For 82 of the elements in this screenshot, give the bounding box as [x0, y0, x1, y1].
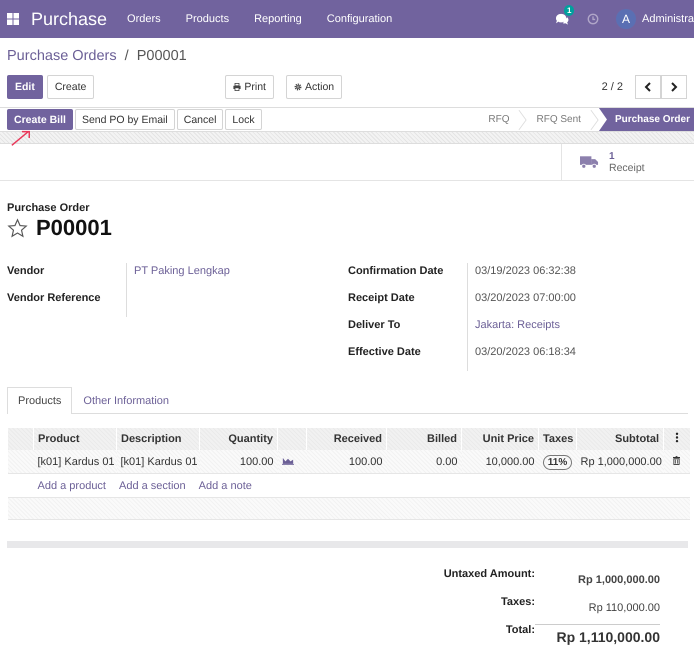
annotation-arrow: [10, 128, 32, 148]
table-cell: 100.00: [306, 450, 386, 474]
field-label: Confirmation Date: [348, 264, 444, 279]
column-header[interactable]: Description: [116, 428, 200, 450]
field-label: Effective Date: [348, 345, 422, 360]
field-link[interactable]: Jakarta: Receipts: [475, 319, 560, 331]
table-cell: 0.00: [386, 450, 462, 474]
field-value: 03/20/2023 06:18:34: [475, 346, 576, 358]
total-label: Untaxed Amount:: [442, 568, 535, 580]
total-amount: Rp 1,110,000.00: [535, 624, 660, 646]
chevron-left-icon: [644, 82, 652, 92]
tab[interactable]: Products: [7, 387, 72, 414]
status-stage[interactable]: RFQ Sent: [527, 108, 590, 131]
order-number: P00001: [36, 215, 112, 241]
previous-button[interactable]: [635, 75, 661, 99]
add-line-link[interactable]: Add a section: [119, 480, 186, 492]
status-stage[interactable]: RFQ: [479, 108, 518, 131]
apps-menu-icon[interactable]: [7, 13, 19, 25]
field-value: 03/20/2023 07:00:00: [475, 292, 576, 304]
header-button[interactable]: Cancel: [176, 109, 224, 130]
app-name[interactable]: Purchase: [31, 8, 108, 30]
column-header[interactable]: Received: [306, 428, 386, 450]
pager-counter: 2 / 2: [602, 81, 623, 93]
user-name[interactable]: Administra: [642, 13, 694, 25]
field-value: 03/19/2023 06:32:38: [475, 265, 576, 277]
table-cell: [k01] Kardus 01: [34, 450, 116, 474]
menu-item[interactable]: Reporting: [254, 13, 302, 25]
field-label: Receipt Date: [348, 291, 416, 306]
edit-button[interactable]: Edit: [7, 75, 43, 99]
action-dropdown-button[interactable]: Print: [225, 75, 274, 99]
tax-tag: 11%: [542, 454, 572, 470]
column-header[interactable]: Subtotal: [576, 428, 664, 450]
header-button[interactable]: Send PO by Email: [74, 109, 175, 130]
receipt-count: 1: [609, 150, 616, 162]
header-button[interactable]: Create Bill: [7, 109, 73, 130]
column-header[interactable]: Unit Price: [462, 428, 538, 450]
next-button[interactable]: [661, 75, 687, 99]
column-options-icon[interactable]: [674, 432, 679, 443]
action-dropdown-button[interactable]: Action: [286, 75, 342, 99]
chat-icon[interactable]: [555, 13, 570, 25]
menu-item[interactable]: Products: [186, 13, 230, 25]
menu-item[interactable]: Orders: [127, 13, 161, 25]
stage-separator-icon: [590, 108, 599, 130]
printer-icon: [233, 83, 242, 91]
truck-icon: [580, 155, 599, 169]
add-line-link[interactable]: Add a note: [198, 480, 252, 492]
stage-separator-icon: [518, 108, 528, 130]
column-header[interactable]: Billed: [386, 428, 462, 450]
tab[interactable]: Other Information: [72, 387, 180, 413]
user-avatar[interactable]: A: [616, 9, 636, 29]
receipt-label: Receipt: [609, 162, 645, 174]
table-cell: 100.00: [200, 450, 278, 474]
add-line-link[interactable]: Add a product: [38, 480, 106, 492]
star-icon[interactable]: [7, 218, 28, 238]
trash-icon[interactable]: [673, 456, 680, 464]
table-cell: Rp 1,000,000.00: [576, 450, 664, 474]
breadcrumb-current: P00001: [136, 48, 187, 64]
column-header[interactable]: Quantity: [200, 428, 278, 450]
column-header[interactable]: Taxes: [538, 428, 576, 450]
total-label: Taxes:: [500, 596, 535, 608]
field-label: Vendor Reference: [7, 291, 102, 306]
table-cell: 10,000.00: [462, 450, 538, 474]
header-button[interactable]: Lock: [225, 109, 262, 130]
breadcrumb-link[interactable]: Purchase Orders: [7, 48, 117, 64]
table-cell: [k01] Kardus 01: [116, 450, 200, 474]
total-amount: Rp 1,000,000.00: [577, 573, 660, 586]
message-count-badge: 1: [564, 5, 574, 16]
form-caption: Purchase Order: [7, 202, 91, 214]
create-button[interactable]: Create: [46, 75, 94, 99]
field-link[interactable]: PT Paking Lengkap: [134, 265, 230, 277]
chevron-right-icon: [670, 82, 678, 92]
area-chart-icon[interactable]: [282, 456, 294, 464]
status-stage[interactable]: Purchase Order: [598, 108, 694, 131]
total-label: Total:: [504, 624, 535, 636]
breadcrumb-separator: /: [124, 48, 129, 64]
receipt-smart-button[interactable]: 1 Receipt: [561, 144, 694, 180]
field-label: Deliver To: [348, 318, 402, 333]
gear-icon: [294, 83, 302, 91]
field-label: Vendor: [7, 264, 46, 279]
column-header[interactable]: Product: [34, 428, 116, 450]
menu-item[interactable]: Configuration: [326, 13, 392, 25]
total-amount: Rp 110,000.00: [588, 601, 660, 614]
